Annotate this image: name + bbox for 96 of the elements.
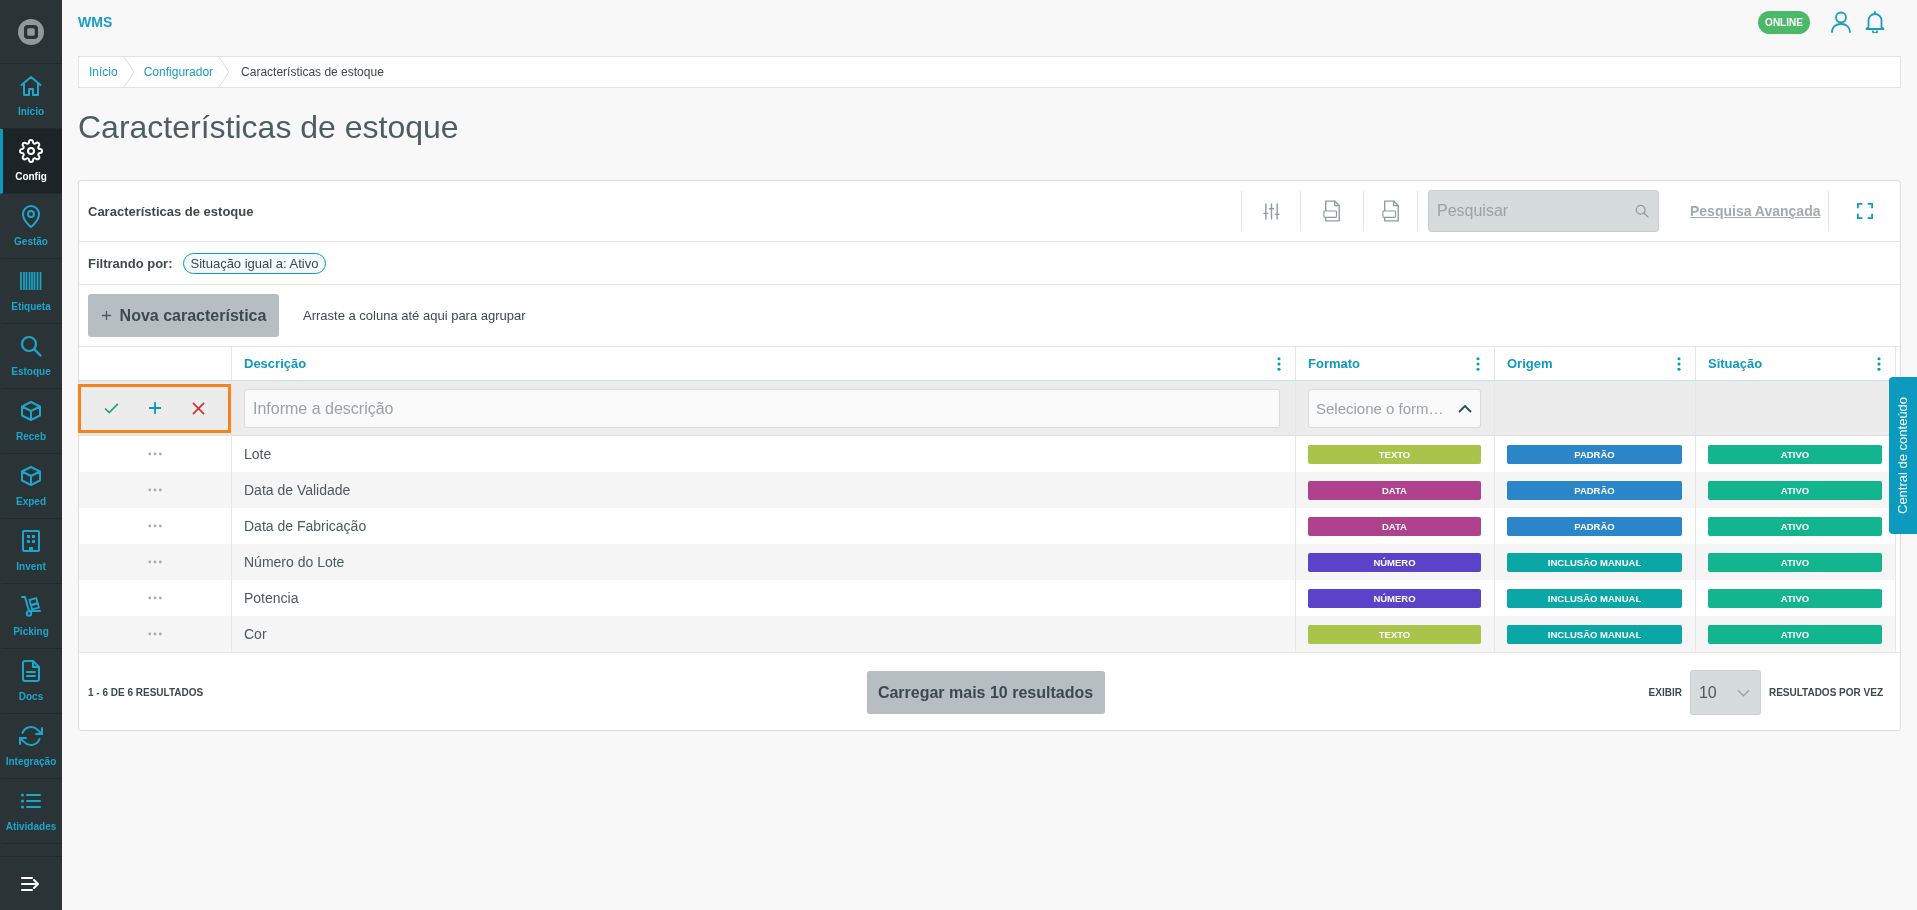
- vertical-dots-icon[interactable]: [1877, 356, 1881, 371]
- lines-arrow-icon: [21, 875, 41, 892]
- close-icon: [192, 401, 206, 415]
- user-icon[interactable]: [1831, 11, 1851, 33]
- horizontal-dots-icon[interactable]: [148, 524, 162, 528]
- horizontal-dots-icon[interactable]: [148, 596, 162, 600]
- format-tag: NÚMERO: [1308, 588, 1481, 608]
- sidebar-item[interactable]: Docs: [0, 649, 62, 714]
- origin-tag: INCLUSÃO MANUAL: [1507, 624, 1682, 644]
- description-text: Data de Validade: [244, 482, 351, 498]
- status-tag: ATIVO: [1708, 516, 1882, 536]
- home-icon: [19, 74, 43, 98]
- gear-icon: [19, 139, 43, 163]
- page-size-select[interactable]: 10: [1689, 670, 1761, 715]
- sidebar-item[interactable]: Etiqueta: [0, 259, 62, 324]
- document-icon: [19, 659, 43, 683]
- status-tag: ATIVO: [1708, 624, 1882, 644]
- chevron-down-icon: [1736, 688, 1750, 697]
- box-icon: [19, 399, 43, 423]
- origin-tag: INCLUSÃO MANUAL: [1507, 552, 1682, 572]
- horizontal-dots-icon[interactable]: [148, 560, 162, 564]
- plus-icon: [100, 310, 112, 321]
- breadcrumb-item[interactable]: Início: [79, 57, 124, 87]
- bell-icon[interactable]: [1865, 11, 1885, 33]
- format-tag: DATA: [1308, 480, 1481, 500]
- status-tag: ATIVO: [1708, 444, 1882, 464]
- sidebar-item[interactable]: Receb: [0, 389, 62, 454]
- format-tag: TEXTO: [1308, 624, 1481, 644]
- column-header[interactable]: Situação: [1708, 356, 1763, 371]
- breadcrumb-item: Características de estoque: [240, 64, 385, 81]
- sidebar-item[interactable]: Gestão: [0, 194, 62, 259]
- fullscreen-icon[interactable]: [1856, 203, 1873, 219]
- format-select[interactable]: Selecione o form…: [1308, 389, 1481, 428]
- description-text: Data de Fabricação: [244, 518, 367, 534]
- description-text: Potencia: [244, 590, 299, 606]
- sidebar-item[interactable]: Exped: [0, 454, 62, 519]
- sidebar-item[interactable]: Invent: [0, 519, 62, 584]
- page-size-label: EXIBIR: [1648, 687, 1682, 698]
- logo-icon[interactable]: [18, 18, 44, 45]
- grid-title: Características de estoque: [88, 203, 255, 219]
- status-badge: ONLINE: [1758, 10, 1810, 34]
- filter-chip[interactable]: Situação igual a: Ativo: [182, 252, 327, 274]
- load-more-button[interactable]: Carregar mais 10 resultados: [866, 671, 1105, 714]
- breadcrumb-item[interactable]: Configurador: [133, 57, 220, 87]
- sliders-icon[interactable]: [1262, 202, 1280, 220]
- sync-icon: [19, 724, 43, 748]
- origin-tag: PADRÃO: [1507, 480, 1682, 500]
- description-text: Cor: [244, 626, 267, 642]
- search-icon: [19, 334, 43, 358]
- format-tag: TEXTO: [1308, 444, 1481, 464]
- status-tag: ATIVO: [1708, 588, 1882, 608]
- app-title: WMS: [78, 14, 113, 30]
- sidebar-item[interactable]: Integração: [0, 714, 62, 779]
- page-size-suffix: RESULTADOS POR VEZ: [1768, 687, 1883, 698]
- origin-tag: PADRÃO: [1507, 516, 1682, 536]
- file-icon[interactable]: [1381, 200, 1400, 222]
- search-icon: [1635, 204, 1649, 218]
- sidebar-item[interactable]: Atividades: [0, 779, 62, 844]
- content-center-tab[interactable]: Central de conteúdo: [1889, 377, 1917, 534]
- horizontal-dots-icon[interactable]: [148, 452, 162, 456]
- format-tag: NÚMERO: [1308, 552, 1481, 572]
- file-icon[interactable]: [1323, 200, 1341, 222]
- chevron-up-icon: [1458, 404, 1472, 413]
- advanced-search-link[interactable]: Pesquisa Avançada: [1690, 203, 1821, 219]
- sidebar-item[interactable]: Config: [0, 129, 62, 194]
- barcode-icon: [19, 269, 43, 293]
- box-icon: [19, 464, 43, 488]
- map-pin-icon: [19, 204, 43, 228]
- building-icon: [19, 529, 43, 553]
- filter-label: Filtrando por:: [88, 255, 173, 271]
- page-title: Características de estoque: [78, 108, 459, 147]
- sidebar-item[interactable]: Estoque: [0, 324, 62, 389]
- description-input[interactable]: Informe a descrição: [244, 389, 1280, 428]
- new-characteristic-button[interactable]: Nova característica: [88, 294, 279, 337]
- group-hint: Arraste a coluna até aqui para agrupar: [303, 308, 526, 323]
- status-tag: ATIVO: [1708, 552, 1882, 572]
- check-icon: [103, 402, 119, 414]
- search-field[interactable]: Pesquisar: [1428, 190, 1659, 232]
- column-header[interactable]: Origem: [1507, 356, 1553, 371]
- origin-tag: PADRÃO: [1507, 444, 1682, 464]
- vertical-dots-icon[interactable]: [1677, 356, 1681, 371]
- result-count: 1 - 6 DE 6 RESULTADOS: [88, 687, 204, 698]
- description-text: Número do Lote: [244, 554, 345, 570]
- horizontal-dots-icon[interactable]: [148, 488, 162, 492]
- status-tag: ATIVO: [1708, 480, 1882, 500]
- origin-tag: INCLUSÃO MANUAL: [1507, 588, 1682, 608]
- column-header[interactable]: Descrição: [244, 356, 307, 371]
- format-tag: DATA: [1308, 516, 1481, 536]
- horizontal-dots-icon[interactable]: [148, 632, 162, 636]
- hand-truck-icon: [19, 594, 43, 618]
- column-header[interactable]: Formato: [1308, 356, 1360, 371]
- description-text: Lote: [244, 446, 272, 462]
- vertical-dots-icon[interactable]: [1476, 356, 1480, 371]
- plus-icon: [148, 401, 163, 415]
- sidebar-item[interactable]: Picking: [0, 584, 62, 649]
- vertical-dots-icon[interactable]: [1277, 356, 1281, 371]
